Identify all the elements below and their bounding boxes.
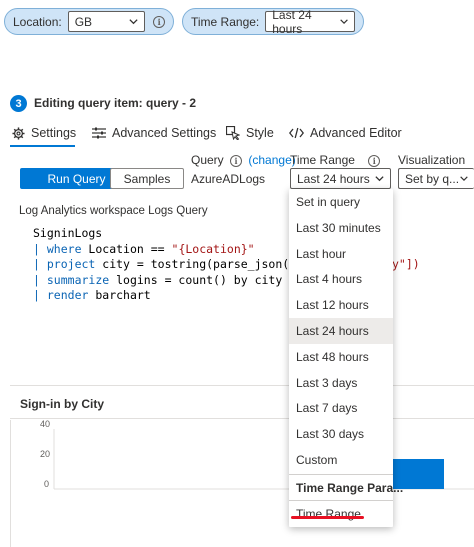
menu-item[interactable]: Last 30 days bbox=[289, 421, 393, 447]
menu-item-time-range-parameter[interactable]: Time Range bbox=[289, 501, 393, 527]
menu-group-header: Time Range Para... bbox=[296, 480, 404, 495]
menu-item[interactable]: Custom bbox=[289, 447, 393, 473]
menu-item[interactable]: Last 30 minutes bbox=[289, 215, 393, 241]
menu-item[interactable]: Last 4 hours bbox=[289, 266, 393, 292]
menu-item[interactable]: Last 3 days bbox=[289, 370, 393, 396]
menu-item[interactable]: Last hour bbox=[289, 241, 393, 267]
menu-item[interactable]: Last 7 days bbox=[289, 395, 393, 421]
menu-item[interactable]: Set in query bbox=[289, 189, 393, 215]
panel-border bbox=[10, 420, 11, 547]
bar-chart bbox=[53, 429, 474, 490]
highlight-underline bbox=[291, 516, 364, 519]
menu-item[interactable]: Last 48 hours bbox=[289, 344, 393, 370]
time-range-menu: Set in query Last 30 minutes Last hour Last… bbox=[289, 189, 404, 527]
menu-item[interactable]: Last 12 hours bbox=[289, 292, 393, 318]
menu-item[interactable]: Last 24 hours bbox=[289, 318, 393, 344]
